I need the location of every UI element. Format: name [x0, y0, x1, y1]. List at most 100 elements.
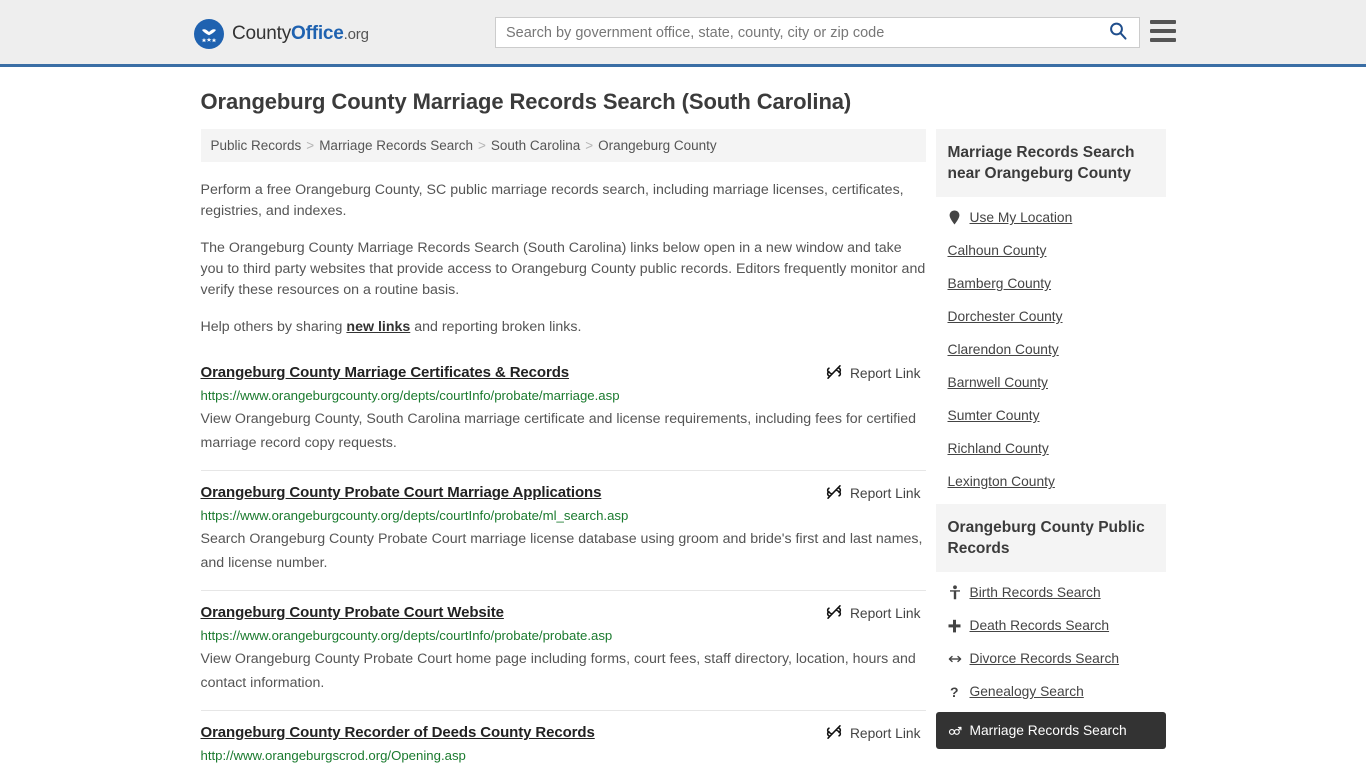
- sidebar-link-label[interactable]: Lexington County: [948, 474, 1055, 489]
- sidebar-link-label[interactable]: Birth Records Search: [970, 585, 1101, 600]
- breadcrumb-separator: >: [585, 138, 594, 153]
- sidebar-link-label[interactable]: Divorce Records Search: [970, 651, 1120, 666]
- sidebar: Marriage Records Search near Orangeburg …: [926, 129, 1166, 768]
- sidebar-link-label[interactable]: Barnwell County: [948, 375, 1048, 390]
- intro-paragraph-3: Help others by sharing new links and rep…: [201, 317, 926, 338]
- result-title-link[interactable]: Orangeburg County Probate Court Website: [201, 604, 504, 621]
- logo-text-org: .org: [343, 26, 369, 43]
- site-logo[interactable]: CountyOffice.org: [194, 19, 369, 49]
- sidebar-link-label[interactable]: Sumter County: [948, 408, 1040, 423]
- main-content: Public Records > Marriage Records Search > S…: [191, 129, 926, 768]
- report-link-label: Report Link: [849, 486, 921, 501]
- sidebar-item-calhoun-county[interactable]: Calhoun County: [936, 234, 1166, 267]
- sidebar-link-label[interactable]: Marriage Records Search: [970, 723, 1127, 738]
- results-list: Orangeburg County Marriage Certificates …: [200, 360, 926, 768]
- sidebar-public-records-heading: Orangeburg County Public Records: [935, 504, 1166, 572]
- breadcrumb-item-orangeburg-county[interactable]: Orangeburg County: [598, 138, 717, 153]
- intro-paragraph-2: The Orangeburg County Marriage Records S…: [200, 240, 926, 298]
- sidebar-item-birth-records-search[interactable]: Birth Records Search: [936, 576, 1166, 609]
- result-description: Search Orangeburg County Probate Court m…: [200, 531, 923, 571]
- sidebar-public-records-section: Orangeburg County Public Records Birth R…: [935, 504, 1166, 749]
- sidebar-item-death-records-search[interactable]: Death Records Search: [936, 609, 1166, 642]
- logo-text-office: Office: [291, 23, 344, 44]
- cross-icon: [948, 619, 962, 633]
- sidebar-link-label[interactable]: Calhoun County: [948, 243, 1047, 258]
- question-mark-icon: ?: [948, 684, 962, 699]
- sidebar-item-genealogy-search[interactable]: ? Genealogy Search: [936, 675, 1166, 708]
- result-title-link[interactable]: Orangeburg County Probate Court Marriage…: [201, 484, 602, 501]
- report-link-button[interactable]: Report Link: [826, 484, 926, 503]
- sidebar-item-divorce-records-search[interactable]: Divorce Records Search: [936, 642, 1166, 675]
- broken-link-icon: [826, 484, 842, 503]
- result-header: Orangeburg County Marriage Certificates …: [201, 364, 926, 383]
- sidebar-public-records-list: Birth Records Search Death Records Searc…: [935, 572, 1166, 749]
- sidebar-nearby-heading: Marriage Records Search near Orangeburg …: [935, 129, 1166, 197]
- report-link-button[interactable]: Report Link: [826, 724, 926, 743]
- result-url: https://www.orangeburgcounty.org/depts/c…: [200, 628, 613, 643]
- search-button[interactable]: [1097, 18, 1139, 47]
- breadcrumb-item-marriage-records-search[interactable]: Marriage Records Search: [319, 138, 473, 153]
- hamburger-menu-icon[interactable]: [1150, 20, 1176, 42]
- result-header: Orangeburg County Probate Court Website: [201, 604, 926, 623]
- baby-icon: [948, 585, 962, 600]
- site-header: CountyOffice.org: [0, 0, 1366, 67]
- sidebar-link-label[interactable]: Use My Location: [970, 210, 1073, 225]
- sidebar-item-barnwell-county[interactable]: Barnwell County: [936, 366, 1166, 399]
- broken-link-icon: [826, 364, 842, 383]
- hamburger-bar: [1150, 20, 1176, 24]
- breadcrumb-separator: >: [306, 138, 315, 153]
- result-item: Orangeburg County Probate Court Marriage…: [200, 470, 926, 590]
- sidebar-item-bamberg-county[interactable]: Bamberg County: [936, 267, 1166, 300]
- sidebar-link-label[interactable]: Clarendon County: [948, 342, 1059, 357]
- logo-text-county: County: [232, 23, 292, 44]
- search-input[interactable]: [496, 18, 1097, 47]
- report-link-button[interactable]: Report Link: [826, 364, 926, 383]
- page-body: Public Records > Marriage Records Search > S…: [0, 129, 1366, 768]
- result-header: Orangeburg County Probate Court Marriage…: [201, 484, 926, 503]
- result-header: Orangeburg County Recorder of Deeds Coun…: [201, 724, 926, 743]
- report-link-button[interactable]: Report Link: [826, 604, 926, 623]
- new-links-link[interactable]: new links: [346, 319, 410, 335]
- sidebar-item-clarendon-county[interactable]: Clarendon County: [936, 333, 1166, 366]
- report-link-label: Report Link: [849, 726, 921, 741]
- sidebar-link-label[interactable]: Genealogy Search: [970, 684, 1084, 699]
- sidebar-nearby-section: Marriage Records Search near Orangeburg …: [935, 129, 1166, 498]
- sidebar-item-richland-county[interactable]: Richland County: [936, 432, 1166, 465]
- sidebar-item-sumter-county[interactable]: Sumter County: [936, 399, 1166, 432]
- sidebar-item-lexington-county[interactable]: Lexington County: [936, 465, 1166, 498]
- report-link-label: Report Link: [849, 606, 921, 621]
- gender-symbols-icon: [948, 724, 962, 738]
- sidebar-item-use-my-location[interactable]: Use My Location: [936, 201, 1166, 234]
- breadcrumb-item-public-records[interactable]: Public Records: [211, 138, 302, 153]
- result-item: Orangeburg County Marriage Certificates …: [201, 360, 926, 470]
- result-title-link[interactable]: Orangeburg County Marriage Certificates …: [201, 364, 570, 381]
- intro-p3-after: and reporting broken links.: [410, 319, 582, 335]
- hamburger-bar: [1150, 38, 1176, 42]
- breadcrumb-separator: >: [478, 138, 486, 153]
- result-url: https://www.orangeburgcounty.org/depts/c…: [200, 508, 629, 523]
- sidebar-link-label[interactable]: Richland County: [948, 441, 1049, 456]
- result-url: https://www.orangeburgcounty.org/depts/c…: [200, 388, 620, 403]
- svg-text:?: ?: [950, 684, 959, 699]
- sidebar-link-label[interactable]: Dorchester County: [948, 309, 1063, 324]
- search-icon: [1108, 21, 1128, 44]
- sidebar-item-marriage-records-search[interactable]: Marriage Records Search: [935, 712, 1166, 749]
- result-description: View Orangeburg County Probate Court hom…: [200, 651, 916, 691]
- sidebar-nearby-list: Use My Location Calhoun County Bamberg C…: [936, 197, 1166, 498]
- intro-paragraph-1: Perform a free Orangeburg County, SC pub…: [200, 182, 904, 219]
- result-item: Orangeburg County Probate Court Website: [200, 590, 926, 710]
- intro-p3-before: Help others by sharing: [200, 319, 347, 335]
- sidebar-link-label[interactable]: Death Records Search: [970, 618, 1110, 633]
- intro-text: Perform a free Orangeburg County, SC pub…: [201, 180, 926, 338]
- report-link-label: Report Link: [849, 366, 921, 381]
- result-description: View Orangeburg County, South Carolina m…: [200, 411, 917, 451]
- sidebar-item-dorchester-county[interactable]: Dorchester County: [936, 300, 1166, 333]
- double-arrow-icon: [948, 653, 962, 665]
- breadcrumb: Public Records > Marriage Records Search > S…: [200, 129, 926, 162]
- result-title-link[interactable]: Orangeburg County Recorder of Deeds Coun…: [201, 724, 595, 741]
- page-title: Orangeburg County Marriage Records Searc…: [200, 89, 852, 114]
- map-pin-icon: [948, 210, 962, 225]
- breadcrumb-item-south-carolina[interactable]: South Carolina: [491, 138, 580, 153]
- search-bar: [495, 17, 1140, 48]
- sidebar-link-label[interactable]: Bamberg County: [948, 276, 1052, 291]
